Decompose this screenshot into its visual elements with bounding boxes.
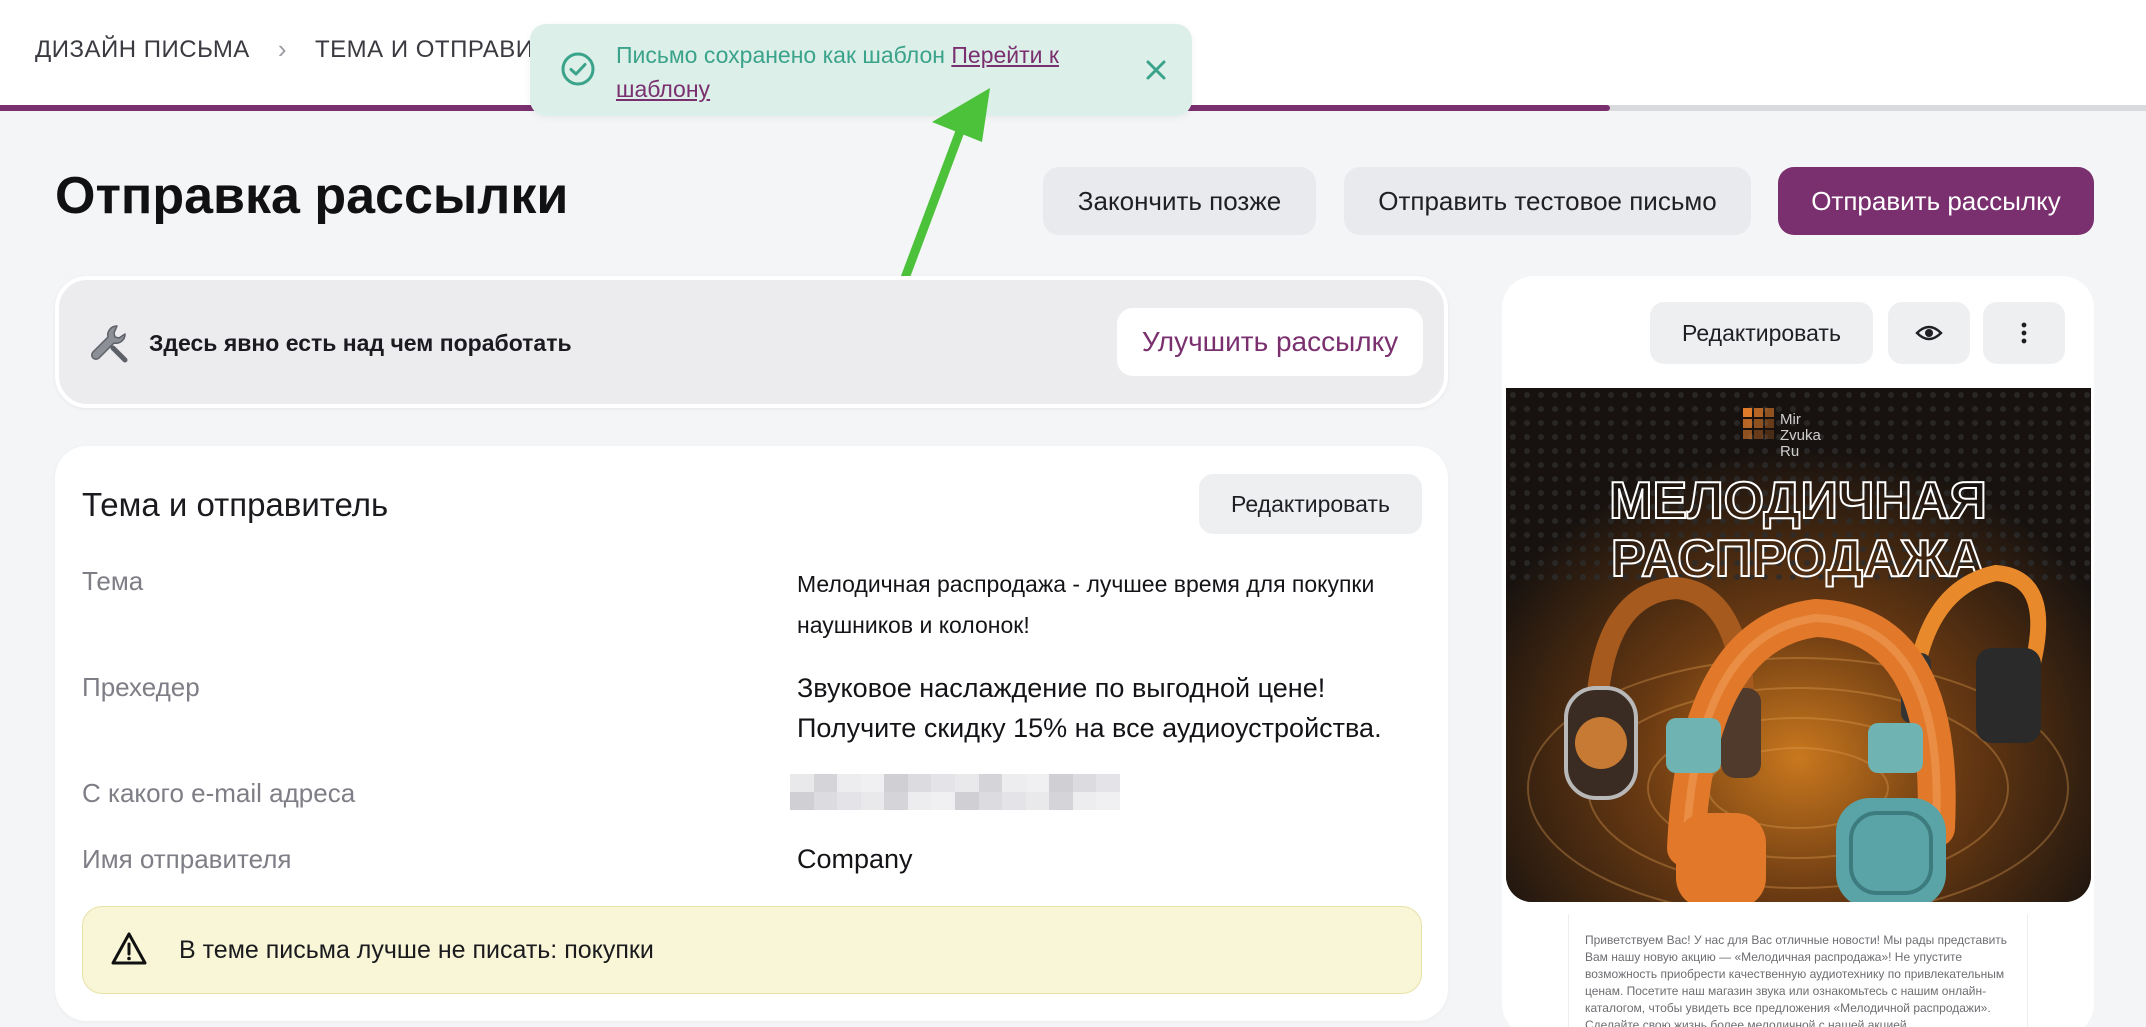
- toast-message: Письмо сохранено как шаблон: [616, 42, 945, 68]
- redacted-pixel: [1072, 792, 1097, 810]
- svg-text:Mir: Mir: [1780, 411, 1801, 428]
- redacted-pixel: [1025, 792, 1050, 810]
- send-test-button[interactable]: Отправить тестовое письмо: [1344, 167, 1751, 235]
- page-title: Отправка рассылки: [55, 167, 569, 225]
- redacted-pixel: [860, 774, 885, 792]
- edit-subject-button[interactable]: Редактировать: [1199, 474, 1422, 534]
- banner-headline-line1: МЕЛОДИЧНАЯ: [1609, 472, 1987, 530]
- finish-later-button[interactable]: Закончить позже: [1043, 167, 1316, 235]
- warning-text: В теме письма лучше не писать: покупки: [179, 936, 654, 964]
- svg-text:Ru: Ru: [1780, 443, 1799, 460]
- close-icon[interactable]: [1140, 54, 1172, 86]
- wrench-icon: [91, 325, 128, 363]
- card-title: Тема и отправитель: [82, 486, 389, 523]
- from-email-label: С какого e-mail адреса: [82, 778, 356, 808]
- redacted-pixel: [954, 792, 979, 810]
- more-vertical-icon[interactable]: [1983, 302, 2065, 364]
- redacted-pixel: [1072, 774, 1097, 792]
- preheader-value: Звуковое наслаждение по выгодной цене! П…: [797, 673, 1382, 743]
- eye-icon[interactable]: [1888, 302, 1970, 364]
- email-body-text: Приветствуем Вас! У нас для Вас отличные…: [1585, 933, 2008, 1027]
- redacted-pixel: [790, 774, 814, 792]
- email-banner-image: Mir Zvuka Ru МЕЛОДИЧНАЯ РАСПРОДАЖА: [1506, 388, 2091, 902]
- improve-campaign-button[interactable]: Улучшить рассылку: [1117, 308, 1423, 376]
- hint-text: Здесь явно есть над чем поработать: [149, 330, 572, 356]
- email-preview-panel: Редактировать Mir Zvuka Ru МЕЛОДИЧНАЯ РА…: [1502, 276, 2094, 1027]
- redacted-pixel: [1049, 774, 1073, 792]
- redacted-pixel: [1096, 792, 1120, 810]
- send-campaign-button[interactable]: Отправить рассылку: [1778, 167, 2094, 235]
- svg-text:Zvuka: Zvuka: [1780, 427, 1822, 444]
- preheader-label: Прехедер: [82, 672, 200, 702]
- subject-label: Тема: [82, 566, 144, 596]
- redacted-pixel: [931, 792, 955, 810]
- toast-message-wrap: Письмо сохранено как шаблон Перейти к ша…: [616, 38, 1096, 106]
- warning-triangle-icon: [111, 932, 147, 965]
- from-email-value: [790, 774, 1120, 810]
- redacted-pixel: [1049, 792, 1073, 810]
- redacted-pixel: [884, 774, 908, 792]
- redacted-pixel: [884, 792, 908, 810]
- sender-name-value: Company: [797, 844, 913, 874]
- redacted-pixel: [837, 774, 861, 792]
- redacted-pixel: [907, 774, 932, 792]
- redacted-pixel: [1002, 792, 1026, 810]
- redacted-pixel: [954, 774, 979, 792]
- edit-email-button[interactable]: Редактировать: [1650, 302, 1873, 364]
- redacted-pixel: [1096, 774, 1120, 792]
- improvement-hint-card: Здесь явно есть над чем поработать Улучш…: [55, 276, 1448, 408]
- breadcrumb: ДИЗАЙН ПИСЬМА › ТЕМА И ОТПРАВИТЕ: [35, 34, 565, 65]
- sender-name-label: Имя отправителя: [82, 844, 292, 874]
- redacted-pixel: [860, 792, 885, 810]
- redacted-pixel: [813, 774, 838, 792]
- redacted-pixel: [907, 792, 932, 810]
- breadcrumb-step-subject[interactable]: ТЕМА И ОТПРАВИТЕ: [315, 36, 565, 64]
- check-circle-icon: [561, 52, 595, 86]
- redacted-pixel: [1002, 774, 1026, 792]
- email-body-preview: Приветствуем Вас! У нас для Вас отличные…: [1568, 914, 2028, 1027]
- subject-warning: В теме письма лучше не писать: покупки: [82, 906, 1422, 994]
- redacted-pixel: [931, 774, 955, 792]
- redacted-pixel: [978, 774, 1003, 792]
- subject-sender-card: Тема и отправитель Редактировать Тема Ме…: [55, 446, 1448, 1021]
- subject-value: Мелодичная распродажа - лучшее время для…: [797, 571, 1375, 638]
- redacted-pixel: [813, 792, 838, 810]
- chevron-right-icon: ›: [277, 34, 287, 64]
- redacted-pixel: [978, 792, 1003, 810]
- redacted-pixel: [837, 792, 861, 810]
- redacted-pixel: [790, 792, 814, 810]
- breadcrumb-step-design[interactable]: ДИЗАЙН ПИСЬМА: [35, 36, 250, 64]
- redacted-pixel: [1025, 774, 1050, 792]
